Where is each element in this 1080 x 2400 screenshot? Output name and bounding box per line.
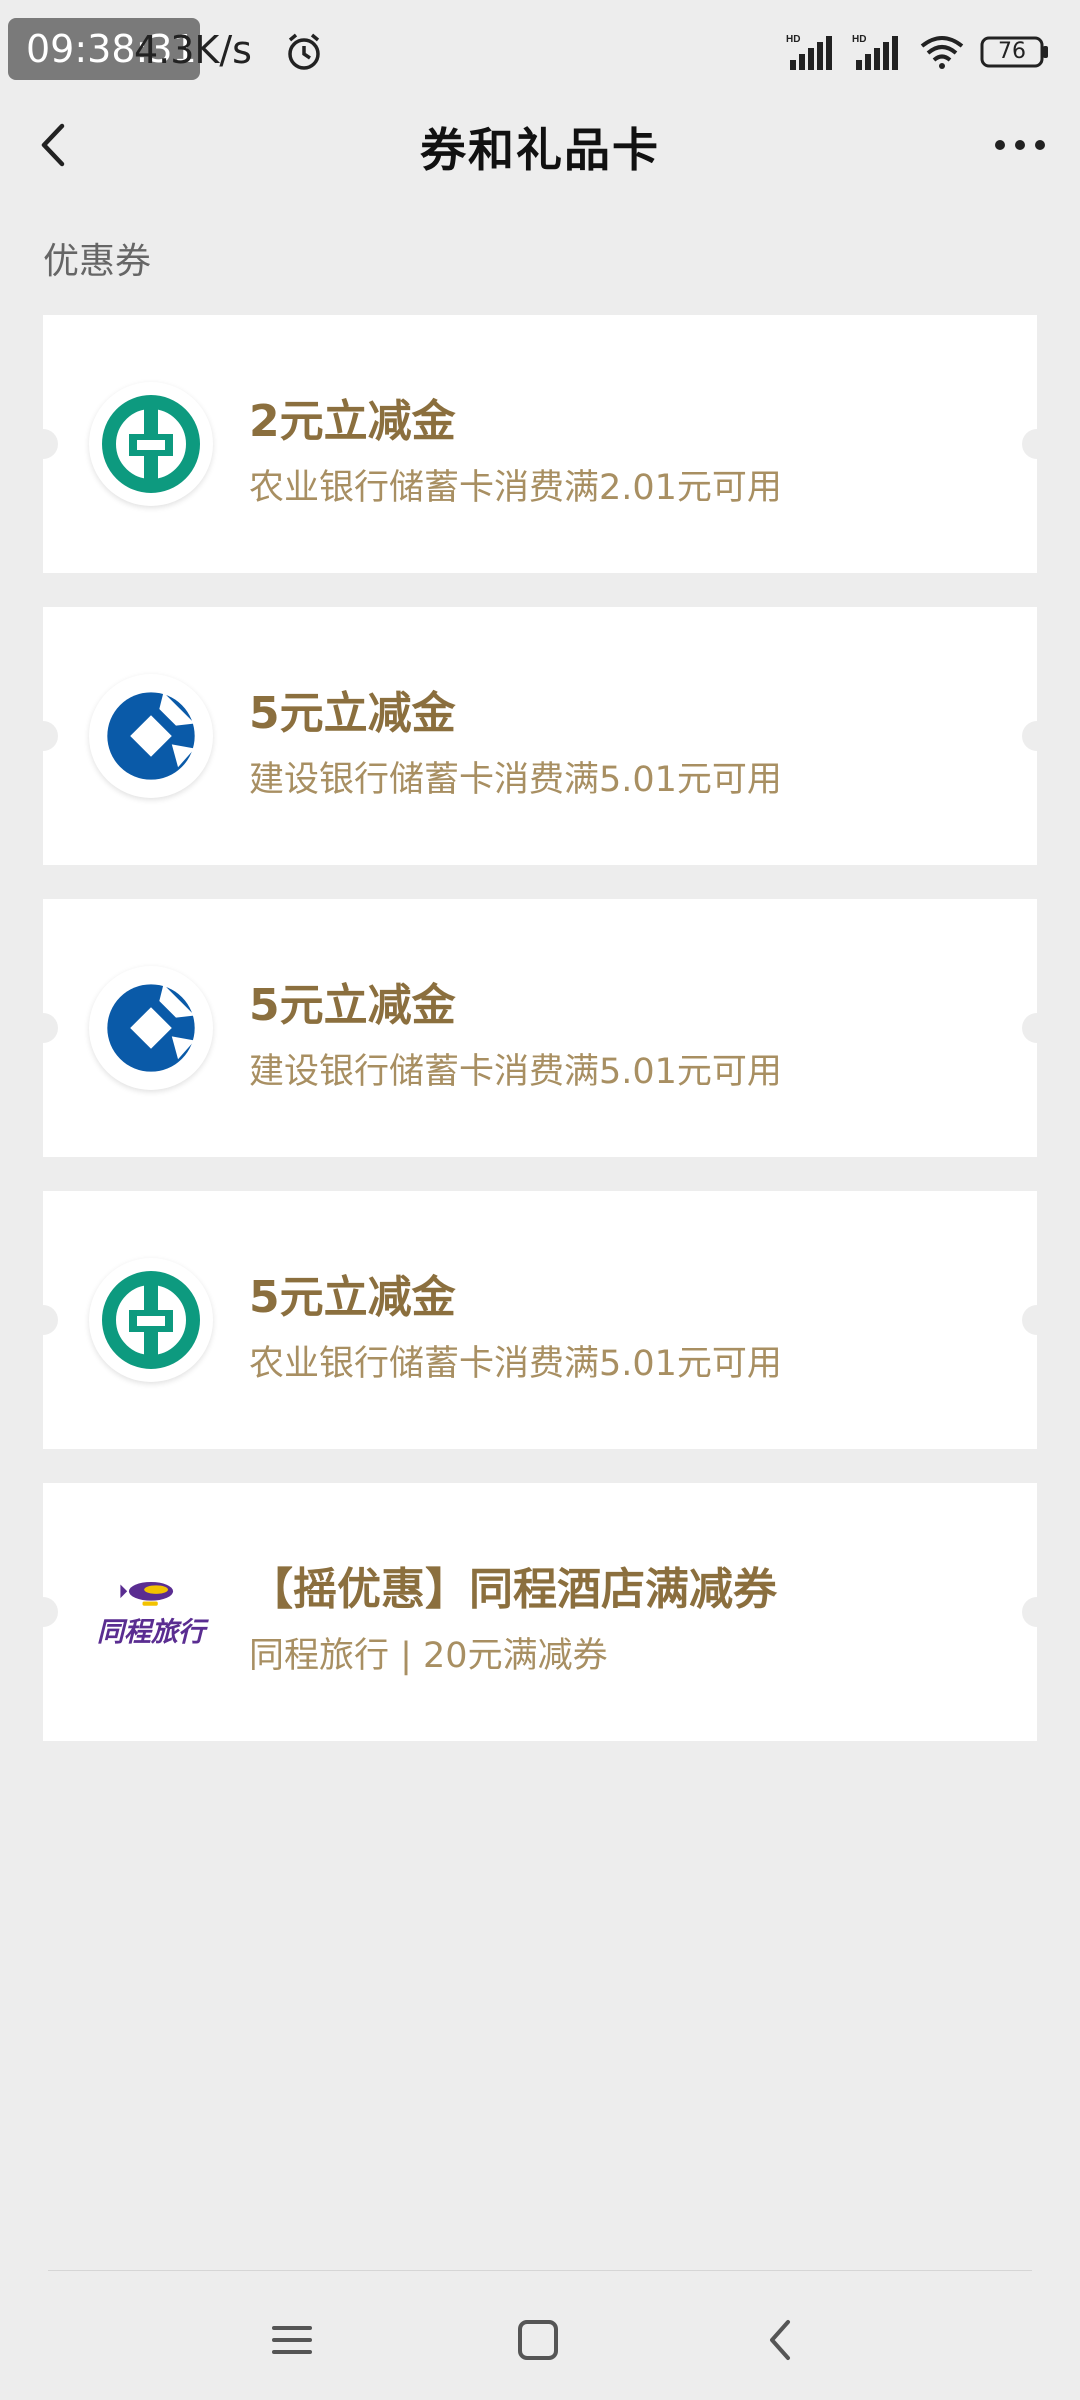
coupon-title: 【摇优惠】同程酒店满减券 [249, 1564, 777, 1615]
menu-icon[interactable] [262, 2310, 322, 2370]
coupon-card[interactable]: 5元立减金 建设银行储蓄卡消费满5.01元可用 [28, 899, 1052, 1157]
coupon-subtitle: 建设银行储蓄卡消费满5.01元可用 [249, 1052, 782, 1092]
home-icon[interactable] [508, 2310, 568, 2370]
coupon-card[interactable]: 2元立减金 农业银行储蓄卡消费满2.01元可用 [28, 315, 1052, 573]
page-title: 券和礼品卡 [420, 123, 660, 177]
nav-divider [48, 2270, 1032, 2271]
alarm-icon [288, 33, 320, 70]
tongcheng-logo-text: 同程旅行 [97, 1616, 205, 1648]
tongcheng-blimp-icon [120, 1581, 174, 1606]
signal-hd-icon-2: HD [852, 34, 898, 70]
status-bar: 09:38:31 4.3K/s HD HD 76 [0, 0, 1080, 100]
more-options-icon[interactable] [990, 120, 1050, 170]
abc-bank-icon [89, 382, 213, 506]
wifi-icon [920, 36, 964, 69]
signal-hd-icon: HD [786, 34, 832, 70]
section-title-coupons: 优惠券 [43, 241, 152, 282]
system-nav-bar [0, 2300, 1080, 2380]
coupon-card[interactable]: 同程旅行 【摇优惠】同程酒店满减券 同程旅行 | 20元满减券 [28, 1483, 1052, 1741]
coupon-card[interactable]: 5元立减金 农业银行储蓄卡消费满5.01元可用 [28, 1191, 1052, 1449]
network-speed: 4.3K/s [134, 28, 252, 72]
battery-indicator: 76 [980, 34, 1050, 70]
svg-text:HD: HD [852, 34, 866, 45]
svg-text:HD: HD [786, 34, 800, 45]
ccb-bank-icon [89, 674, 213, 798]
ccb-bank-icon [89, 966, 213, 1090]
coupon-title: 5元立减金 [249, 980, 456, 1031]
coupon-title: 5元立减金 [249, 1272, 456, 1323]
battery-level: 76 [998, 39, 1026, 64]
coupon-title: 5元立减金 [249, 688, 456, 739]
tongcheng-icon: 同程旅行 [89, 1550, 213, 1674]
coupon-title: 2元立减金 [249, 396, 456, 447]
abc-bank-icon [89, 1258, 213, 1382]
coupon-subtitle: 农业银行储蓄卡消费满2.01元可用 [249, 468, 782, 508]
coupon-card[interactable]: 5元立减金 建设银行储蓄卡消费满5.01元可用 [28, 607, 1052, 865]
coupon-subtitle: 同程旅行 | 20元满减券 [249, 1636, 608, 1676]
back-icon[interactable] [752, 2310, 812, 2370]
header-bar: 券和礼品卡 [0, 100, 1080, 190]
coupon-subtitle: 建设银行储蓄卡消费满5.01元可用 [249, 760, 782, 800]
coupon-subtitle: 农业银行储蓄卡消费满5.01元可用 [249, 1344, 782, 1384]
